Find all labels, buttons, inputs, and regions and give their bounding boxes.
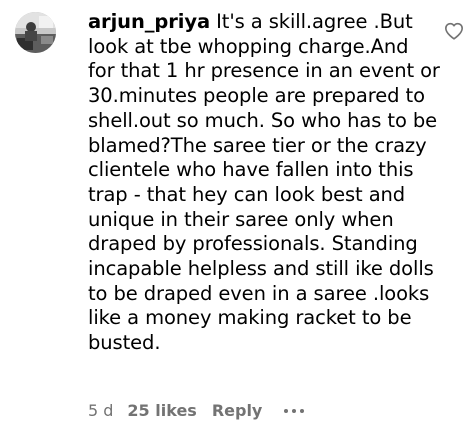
avatar-image	[15, 12, 56, 53]
more-options-icon[interactable]	[284, 403, 305, 419]
more-dot	[292, 408, 297, 413]
heart-outline-icon[interactable]	[444, 22, 464, 40]
more-dot	[300, 408, 305, 413]
comment-body: arjun_priya It's a skill.agree .But look…	[88, 10, 440, 356]
avatar[interactable]	[15, 12, 56, 53]
comment-text: It's a skill.agree .But look at tbe whop…	[88, 10, 440, 355]
comment: arjun_priya It's a skill.agree .But look…	[0, 0, 474, 428]
comment-text-block: arjun_priya It's a skill.agree .But look…	[88, 10, 440, 356]
reply-button[interactable]: Reply	[212, 401, 263, 420]
comment-username[interactable]: arjun_priya	[88, 10, 210, 33]
comment-time: 5 d	[88, 401, 114, 420]
likes-count[interactable]: 25 likes	[127, 401, 196, 420]
more-dot	[284, 408, 289, 413]
comment-meta: 5 d 25 likes Reply	[88, 401, 305, 420]
